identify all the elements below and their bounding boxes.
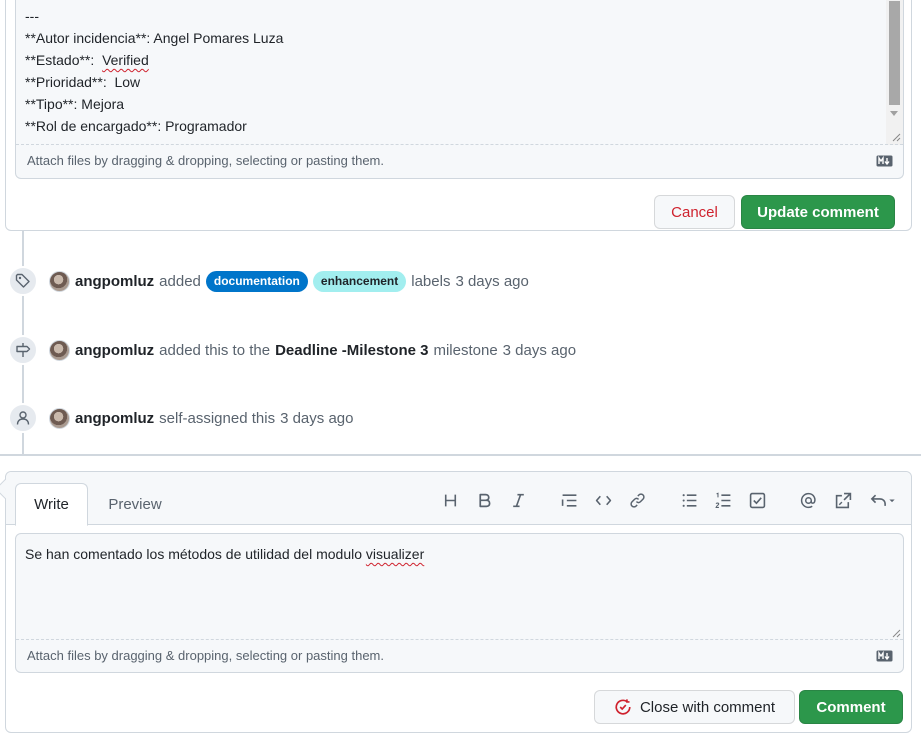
edit-comment-textarea[interactable]: --- **Autor incidencia**: Angel Pomares …	[16, 0, 886, 145]
heading-icon[interactable]	[438, 488, 462, 512]
resize-grip-icon[interactable]	[890, 627, 901, 638]
milestone-link[interactable]: Deadline -Milestone 3	[275, 342, 428, 359]
mention-icon[interactable]	[796, 488, 820, 512]
quote-icon[interactable]	[557, 488, 581, 512]
edit-line: **Autor incidencia**: Angel Pomares Luza	[25, 30, 284, 46]
ordered-list-icon[interactable]	[711, 488, 735, 512]
comment-textarea-wrapper: Se han comentado los métodos de utilidad…	[15, 533, 904, 673]
user-link[interactable]: angpomluz	[75, 273, 154, 290]
issue-closed-icon	[615, 699, 631, 715]
avatar[interactable]	[49, 270, 70, 292]
task-list-icon[interactable]	[745, 488, 769, 512]
user-link[interactable]: angpomluz	[75, 342, 154, 359]
milestone-icon	[8, 335, 38, 365]
attach-files-bar[interactable]: Attach files by dragging & dropping, sel…	[16, 144, 903, 178]
saved-replies-icon[interactable]	[866, 488, 900, 512]
scrollbar-thumb[interactable]	[889, 1, 900, 105]
event-action: added this to the	[159, 341, 271, 359]
comment-textarea[interactable]: Se han comentado los métodos de utilidad…	[25, 546, 424, 562]
reference-icon[interactable]	[831, 488, 855, 512]
close-with-comment-label: Close with comment	[639, 698, 776, 716]
edit-line: **Rol de encargado**: Programador	[25, 118, 247, 134]
textarea-scrollbar[interactable]	[886, 0, 903, 145]
estado-value: Verified	[102, 52, 149, 68]
edit-line: **Prioridad**: Low	[25, 74, 141, 90]
edit-line-estado-key: **Estado**:	[25, 52, 103, 68]
user-link[interactable]: angpomluz	[75, 410, 154, 427]
scroll-down-arrow-icon[interactable]	[890, 111, 898, 116]
attach-files-bar[interactable]: Attach files by dragging & dropping, sel…	[16, 639, 903, 672]
event-action: self-assigned this	[159, 409, 276, 427]
event-action: added	[159, 272, 201, 290]
edit-line: **Estado**: Verified	[25, 49, 877, 71]
cancel-button[interactable]: Cancel	[654, 195, 735, 229]
event-suffix: labels	[411, 272, 451, 290]
markdown-icon[interactable]	[876, 650, 893, 662]
timeline-item-assign: angpomluz self-assigned this 3 days ago	[8, 403, 353, 433]
italic-icon[interactable]	[506, 488, 530, 512]
section-divider	[0, 454, 921, 456]
close-with-comment-button[interactable]: Close with comment	[594, 690, 795, 724]
event-time[interactable]: 3 days ago	[455, 273, 528, 290]
new-comment-form: Write Preview Se han comentado los métod…	[0, 471, 912, 733]
timeline-item-labels: angpomluz added documentation enhancemen…	[8, 266, 529, 296]
tab-write[interactable]: Write	[15, 483, 88, 526]
event-suffix: milestone	[433, 341, 498, 359]
person-icon	[8, 403, 38, 433]
comment-tabbar: Write Preview	[6, 472, 911, 526]
event-time[interactable]: 3 days ago	[503, 342, 576, 359]
comment-button[interactable]: Comment	[799, 690, 903, 724]
tag-icon	[8, 266, 38, 296]
edit-textarea-wrapper: --- **Autor incidencia**: Angel Pomares …	[15, 0, 904, 179]
resize-grip-icon[interactable]	[890, 131, 901, 142]
label-documentation[interactable]: documentation	[205, 270, 308, 292]
tab-preview[interactable]: Preview	[98, 483, 172, 526]
avatar[interactable]	[49, 407, 70, 429]
event-time[interactable]: 3 days ago	[280, 410, 353, 427]
timeline-item-milestone: angpomluz added this to the Deadline -Mi…	[8, 335, 576, 365]
update-comment-button[interactable]: Update comment	[741, 195, 895, 229]
comment-text-misspelled: visualizer	[365, 546, 425, 562]
bold-icon[interactable]	[472, 488, 496, 512]
attach-files-hint: Attach files by dragging & dropping, sel…	[27, 153, 384, 168]
avatar[interactable]	[49, 339, 70, 361]
attach-files-hint: Attach files by dragging & dropping, sel…	[27, 648, 384, 663]
edit-line: **Tipo**: Mejora	[25, 96, 125, 112]
label-enhancement[interactable]: enhancement	[312, 270, 407, 292]
unordered-list-icon[interactable]	[677, 488, 701, 512]
comment-text: Se han comentado los métodos de utilidad…	[25, 546, 366, 562]
edit-line: ---	[25, 8, 39, 24]
link-icon[interactable]	[625, 488, 649, 512]
code-icon[interactable]	[591, 488, 615, 512]
markdown-icon[interactable]	[876, 155, 893, 167]
